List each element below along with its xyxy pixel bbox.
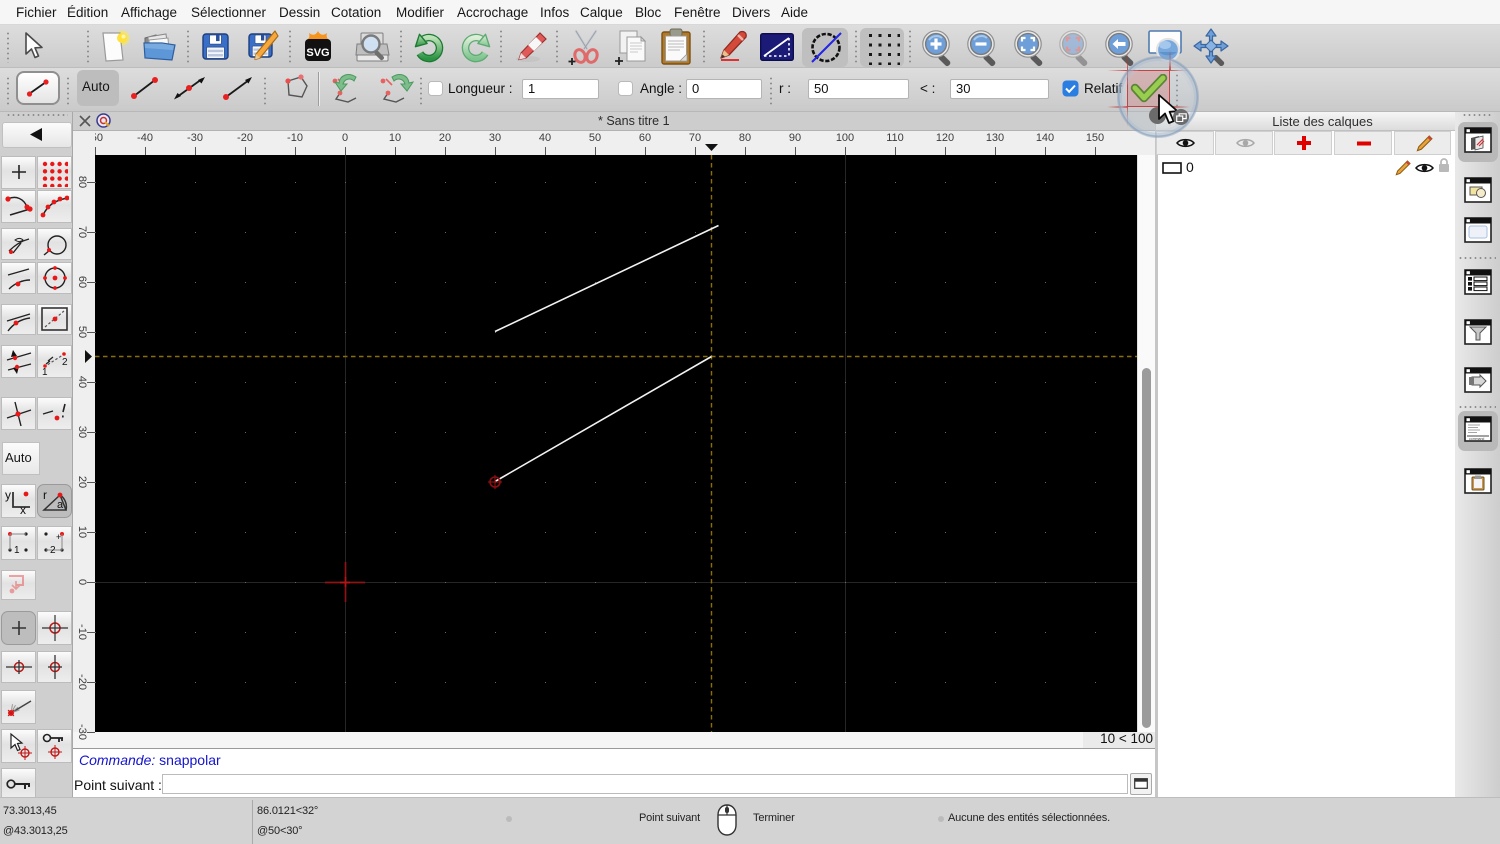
svg-text:y: y — [5, 488, 11, 502]
svg-text:x: x — [20, 503, 26, 515]
svg-text:2: 2 — [50, 545, 56, 555]
svg-text:1: 1 — [42, 367, 48, 376]
svg-text:a: a — [57, 499, 64, 511]
svg-text:1: 1 — [14, 545, 20, 555]
svg-text:2: 2 — [62, 357, 68, 368]
svg-text:SVG: SVG — [306, 47, 329, 59]
svg-text:command: command — [1469, 437, 1484, 441]
svg-text:+: + — [56, 532, 61, 542]
svg-text:r: r — [43, 488, 47, 502]
